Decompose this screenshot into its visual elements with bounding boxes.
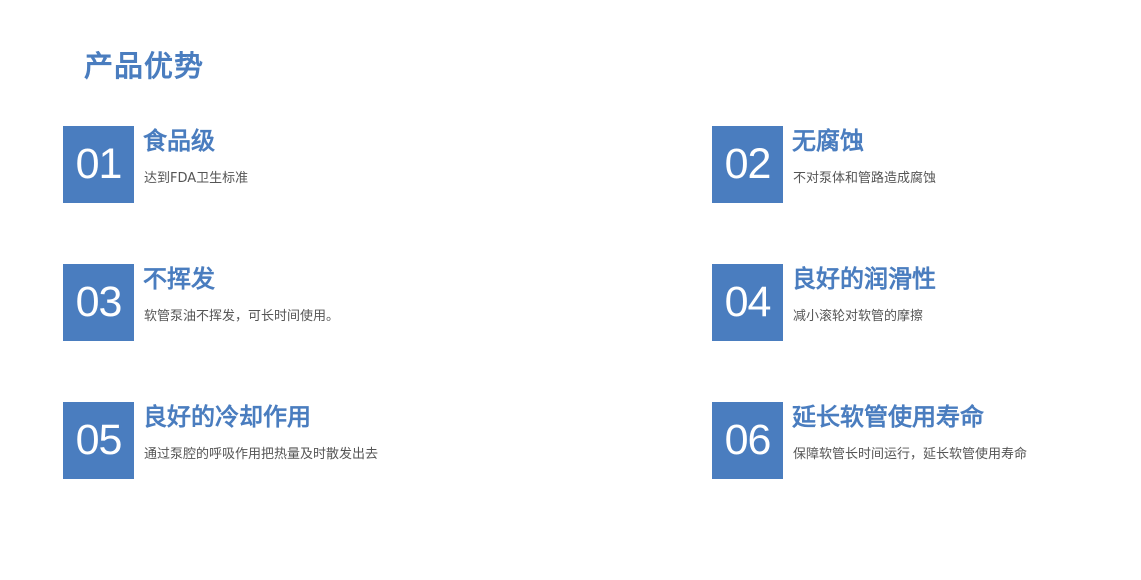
feature-description: 不对泵体和管路造成腐蚀: [793, 171, 937, 186]
feature-number-badge: 02: [712, 126, 783, 203]
feature-item-01: 01 食品级 达到FDA卫生标准: [63, 126, 483, 204]
page-title: 产品优势: [84, 49, 205, 83]
feature-item-03: 03 不挥发 软管泵油不挥发，可长时间使用。: [63, 264, 483, 342]
feature-item-06: 06 延长软管使用寿命 保障软管长时间运行，延长软管使用寿命: [712, 402, 1132, 480]
feature-title: 无腐蚀: [792, 127, 864, 155]
feature-title: 良好的润滑性: [792, 265, 936, 293]
feature-number-badge: 04: [712, 264, 783, 341]
feature-number-badge: 06: [712, 402, 783, 479]
feature-title: 不挥发: [143, 265, 215, 293]
feature-description: 减小滚轮对软管的摩擦: [793, 309, 924, 324]
feature-description: 保障软管长时间运行，延长软管使用寿命: [793, 447, 1028, 462]
feature-item-05: 05 良好的冷却作用 通过泵腔的呼吸作用把热量及时散发出去: [63, 402, 483, 480]
feature-number-badge: 03: [63, 264, 134, 341]
feature-description: 达到FDA卫生标准: [144, 171, 249, 186]
feature-description: 通过泵腔的呼吸作用把热量及时散发出去: [144, 447, 379, 462]
feature-title: 良好的冷却作用: [143, 403, 311, 431]
feature-item-02: 02 无腐蚀 不对泵体和管路造成腐蚀: [712, 126, 1132, 204]
feature-title: 食品级: [143, 127, 215, 155]
feature-number-badge: 01: [63, 126, 134, 203]
feature-item-04: 04 良好的润滑性 减小滚轮对软管的摩擦: [712, 264, 1132, 342]
feature-title: 延长软管使用寿命: [792, 403, 984, 431]
feature-description: 软管泵油不挥发，可长时间使用。: [144, 309, 340, 324]
feature-number-badge: 05: [63, 402, 134, 479]
